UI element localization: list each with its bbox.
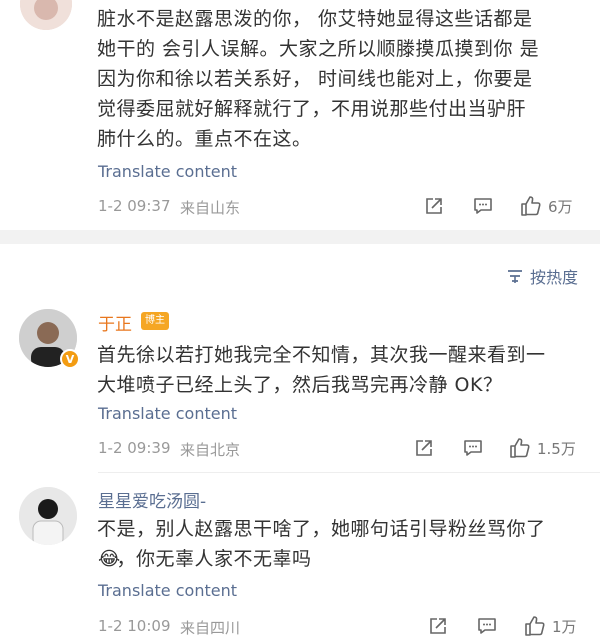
username[interactable]: 星星爱吃汤圆- [98, 487, 206, 512]
comment-time: 1-2 09:39 [98, 439, 171, 457]
translate-link[interactable]: Translate content [98, 581, 237, 600]
like-count: 6万 [548, 197, 573, 216]
blogger-badge: 博主 [141, 312, 169, 330]
laughing-emoji: 😂 [98, 548, 121, 570]
sort-icon [506, 267, 524, 285]
translate-link[interactable]: Translate content [98, 162, 237, 181]
sort-by-hot-button[interactable]: 按热度 [506, 264, 578, 288]
verified-badge: V [60, 349, 80, 369]
section-divider [0, 230, 600, 244]
comment-icon[interactable] [473, 196, 493, 216]
comment-location: 来自四川 [180, 619, 241, 637]
like-button[interactable]: 1.5万 [509, 437, 576, 459]
comment-icon[interactable] [463, 438, 483, 458]
share-icon[interactable] [424, 196, 444, 216]
like-count: 1万 [552, 617, 577, 636]
thumbs-up-icon [509, 437, 531, 459]
comment-icon[interactable] [477, 616, 497, 636]
like-count: 1.5万 [537, 439, 576, 458]
comment-text: 首先徐以若打她我完全不知情，其次我一醒来看到一 大堆喷子已经上头了，然后我骂完再… [97, 344, 546, 396]
like-button[interactable]: 6万 [520, 195, 573, 217]
comment-text: 脏水不是赵露思泼的你， 你艾特她显得这些话都是 她干的 会引人误解。大家之所以顺… [97, 8, 540, 150]
comment-location: 来自北京 [180, 441, 241, 459]
comment-time: 1-2 09:37 [98, 197, 171, 215]
comment-text: 不是，别人赵露思干啥了，她哪句话引导粉丝骂你了 ，你无辜人家不无辜吗 [97, 518, 546, 570]
share-icon[interactable] [414, 438, 434, 458]
username[interactable]: 于正 [98, 310, 132, 335]
translate-link[interactable]: Translate content [98, 404, 237, 423]
badge-label: 博主 [145, 315, 165, 326]
thumbs-up-icon [524, 615, 546, 637]
like-button[interactable]: 1万 [524, 615, 577, 637]
share-icon[interactable] [428, 616, 448, 636]
comment-time: 1-2 10:09 [98, 617, 171, 635]
avatar[interactable] [20, 0, 72, 30]
sort-label: 按热度 [530, 268, 579, 287]
comment-divider [98, 472, 600, 473]
avatar[interactable] [19, 487, 77, 545]
thumbs-up-icon [520, 195, 542, 217]
comment-location: 来自山东 [180, 199, 241, 217]
